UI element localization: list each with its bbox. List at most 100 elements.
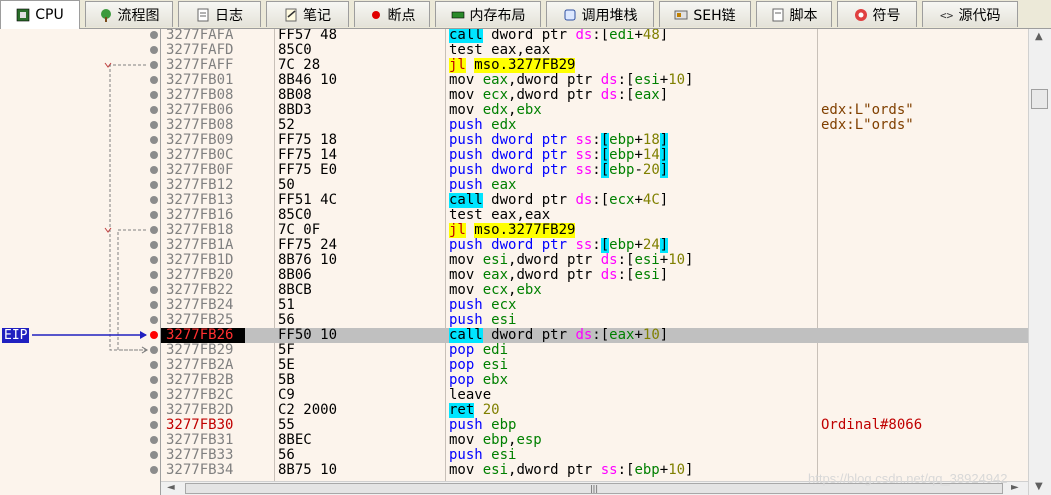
token: ret — [449, 403, 475, 418]
tab-script[interactable]: 脚本 — [756, 1, 832, 27]
disassembly-cell: pop ebx — [449, 373, 817, 388]
breakpoint-dot[interactable] — [150, 136, 158, 144]
instruction-row[interactable]: 3277FB16 85C0 test eax,eax — [161, 208, 1028, 223]
vertical-scroll-thumb[interactable] — [1031, 89, 1048, 109]
scroll-down-icon[interactable]: ▼ — [1035, 481, 1043, 493]
breakpoint-dot[interactable] — [150, 166, 158, 174]
instruction-row[interactable]: 3277FB08 8B08 mov ecx,dword ptr ds:[eax] — [161, 88, 1028, 103]
breakpoint-dot[interactable] — [150, 316, 158, 324]
breakpoint-dot[interactable] — [150, 76, 158, 84]
instruction-row[interactable]: 3277FB24 51 push ecx — [161, 298, 1028, 313]
token: + — [634, 29, 643, 43]
tab-cpu[interactable]: CPU — [0, 0, 80, 29]
instruction-row[interactable]: 3277FB2A 5E pop esi — [161, 358, 1028, 373]
breakpoint-dot[interactable] — [150, 61, 158, 69]
instruction-row[interactable]: 3277FB12 50 push eax — [161, 178, 1028, 193]
tab-log[interactable]: 日志 — [178, 1, 261, 27]
breakpoint-dot[interactable] — [150, 406, 158, 414]
instruction-row[interactable]: 3277FB20 8B06 mov eax,dword ptr ds:[esi] — [161, 268, 1028, 283]
token: edi — [482, 343, 509, 358]
tab-source-code[interactable]: <> 源代码 — [922, 1, 1018, 27]
instruction-row[interactable]: 3277FB2C C9 leave — [161, 388, 1028, 403]
disassembly-cell: call dword ptr ds:[eax+10] — [449, 328, 817, 343]
scroll-up-icon[interactable]: ▲ — [1035, 31, 1043, 43]
instruction-row[interactable]: 3277FB29 5F pop edi — [161, 343, 1028, 358]
notes-icon — [284, 8, 298, 22]
current-instruction-row[interactable]: 3277FB26 FF50 10 call dword ptr ds:[eax+10… — [161, 328, 1028, 343]
breakpoint-dot[interactable] — [150, 241, 158, 249]
breakpoint-dot[interactable] — [150, 376, 158, 384]
breakpoint-dot[interactable] — [150, 211, 158, 219]
breakpoint-dot[interactable] — [150, 121, 158, 129]
breakpoint-dot[interactable] — [150, 421, 158, 429]
token: ss — [600, 463, 618, 478]
tab-memory-map[interactable]: 内存布局 — [435, 1, 541, 27]
instruction-row[interactable]: 3277FB18 7C 0F jl mso.3277FB29 — [161, 223, 1028, 238]
breakpoint-dot[interactable] — [150, 271, 158, 279]
instruction-row[interactable]: 3277FB09 FF75 18 push dword ptr ss:[ebp+18… — [161, 133, 1028, 148]
breakpoint-dot[interactable] — [150, 91, 158, 99]
instruction-row[interactable]: 3277FB13 FF51 4C call dword ptr ds:[ecx+4C… — [161, 193, 1028, 208]
breakpoint-dot[interactable] — [150, 31, 158, 39]
tab-symbols[interactable]: 符号 — [837, 1, 917, 27]
breakpoint-dot[interactable] — [150, 436, 158, 444]
breakpoint-dot[interactable] — [150, 286, 158, 294]
eip-breakpoint-dot[interactable] — [150, 331, 158, 339]
bytes-cell: 5E — [278, 357, 295, 373]
breakpoint-dot[interactable] — [150, 46, 158, 54]
token: :[ — [592, 29, 610, 43]
breakpoint-dot[interactable] — [150, 301, 158, 309]
bytes-cell: 85C0 — [278, 42, 312, 58]
breakpoint-dot[interactable] — [150, 151, 158, 159]
disassembly-listing[interactable]: 3277FAFA FF57 48 call dword ptr ds:[edi+48… — [161, 29, 1028, 481]
tab-flowchart[interactable]: 流程图 — [85, 1, 173, 27]
instruction-row[interactable]: 3277FB2D C2 2000 ret 20 — [161, 403, 1028, 418]
instruction-row[interactable]: 3277FB2B 5B pop ebx — [161, 373, 1028, 388]
bytes-cell: FF51 4C — [278, 192, 338, 208]
tab-label: 符号 — [872, 7, 901, 24]
instruction-row[interactable]: 3277FAFD 85C0 test eax,eax — [161, 43, 1028, 58]
tab-notes[interactable]: 笔记 — [266, 1, 349, 27]
token: ds — [575, 193, 593, 208]
tab-seh-chain[interactable]: SEH链 — [659, 1, 751, 27]
branch-gutter: EIP — [0, 29, 161, 495]
instruction-row[interactable]: 3277FB01 8B46 10 mov eax,dword ptr ds:[esi… — [161, 73, 1028, 88]
token: [ — [600, 163, 610, 178]
instruction-row[interactable]: 3277FB1A FF75 24 push dword ptr ss:[ebp+24… — [161, 238, 1028, 253]
instruction-row[interactable]: 3277FB31 8BEC mov ebp,esp — [161, 433, 1028, 448]
instruction-row[interactable]: 3277FB1D 8B76 10 mov esi,dword ptr ds:[esi… — [161, 253, 1028, 268]
scroll-left-icon[interactable]: ◄ — [167, 482, 175, 494]
scroll-right-icon[interactable]: ► — [1011, 482, 1019, 494]
instruction-row[interactable]: 3277FB22 8BCB mov ecx,ebx — [161, 283, 1028, 298]
breakpoint-dot[interactable] — [150, 466, 158, 474]
breakpoint-dot[interactable] — [150, 106, 158, 114]
address-cell: 3277FB13 — [166, 192, 234, 208]
breakpoint-dot[interactable] — [150, 256, 158, 264]
vertical-scrollbar[interactable]: ▲ ▼ — [1028, 29, 1051, 495]
instruction-row[interactable]: 3277FB0C FF75 14 push dword ptr ss:[ebp+14… — [161, 148, 1028, 163]
instruction-row[interactable]: 3277FB33 56 push esi — [161, 448, 1028, 463]
token: :[ — [617, 463, 635, 478]
tab-breakpoint[interactable]: 断点 — [354, 1, 430, 27]
instruction-row[interactable]: 3277FAFF 7C 28 jl mso.3277FB29 — [161, 58, 1028, 73]
breakpoint-dot[interactable] — [150, 451, 158, 459]
token: 20 — [482, 403, 500, 418]
instruction-row[interactable]: 3277FB25 56 push esi — [161, 313, 1028, 328]
instruction-row[interactable]: 3277FB08 52 push edx edx:L"ords" — [161, 118, 1028, 133]
eip-label: EIP — [2, 328, 30, 343]
address-cell: 3277FB33 — [166, 447, 234, 463]
tab-call-stack[interactable]: 调用堆栈 — [546, 1, 654, 27]
breakpoint-dot[interactable] — [150, 346, 158, 354]
token: pop — [449, 358, 483, 373]
breakpoint-dot[interactable] — [150, 196, 158, 204]
instruction-row[interactable]: 3277FB0F FF75 E0 push dword ptr ss:[ebp-20… — [161, 163, 1028, 178]
breakpoint-dot[interactable] — [150, 181, 158, 189]
instruction-row[interactable]: 3277FB30 55 push ebp Ordinal#8066 — [161, 418, 1028, 433]
breakpoint-dot[interactable] — [150, 361, 158, 369]
instruction-row[interactable]: 3277FAFA FF57 48 call dword ptr ds:[edi+48… — [161, 29, 1028, 43]
token: ss — [575, 238, 593, 253]
breakpoint-dot[interactable] — [150, 391, 158, 399]
breakpoint-dot[interactable] — [150, 226, 158, 234]
token: + — [634, 133, 643, 148]
instruction-row[interactable]: 3277FB06 8BD3 mov edx,ebx edx:L"ords" — [161, 103, 1028, 118]
